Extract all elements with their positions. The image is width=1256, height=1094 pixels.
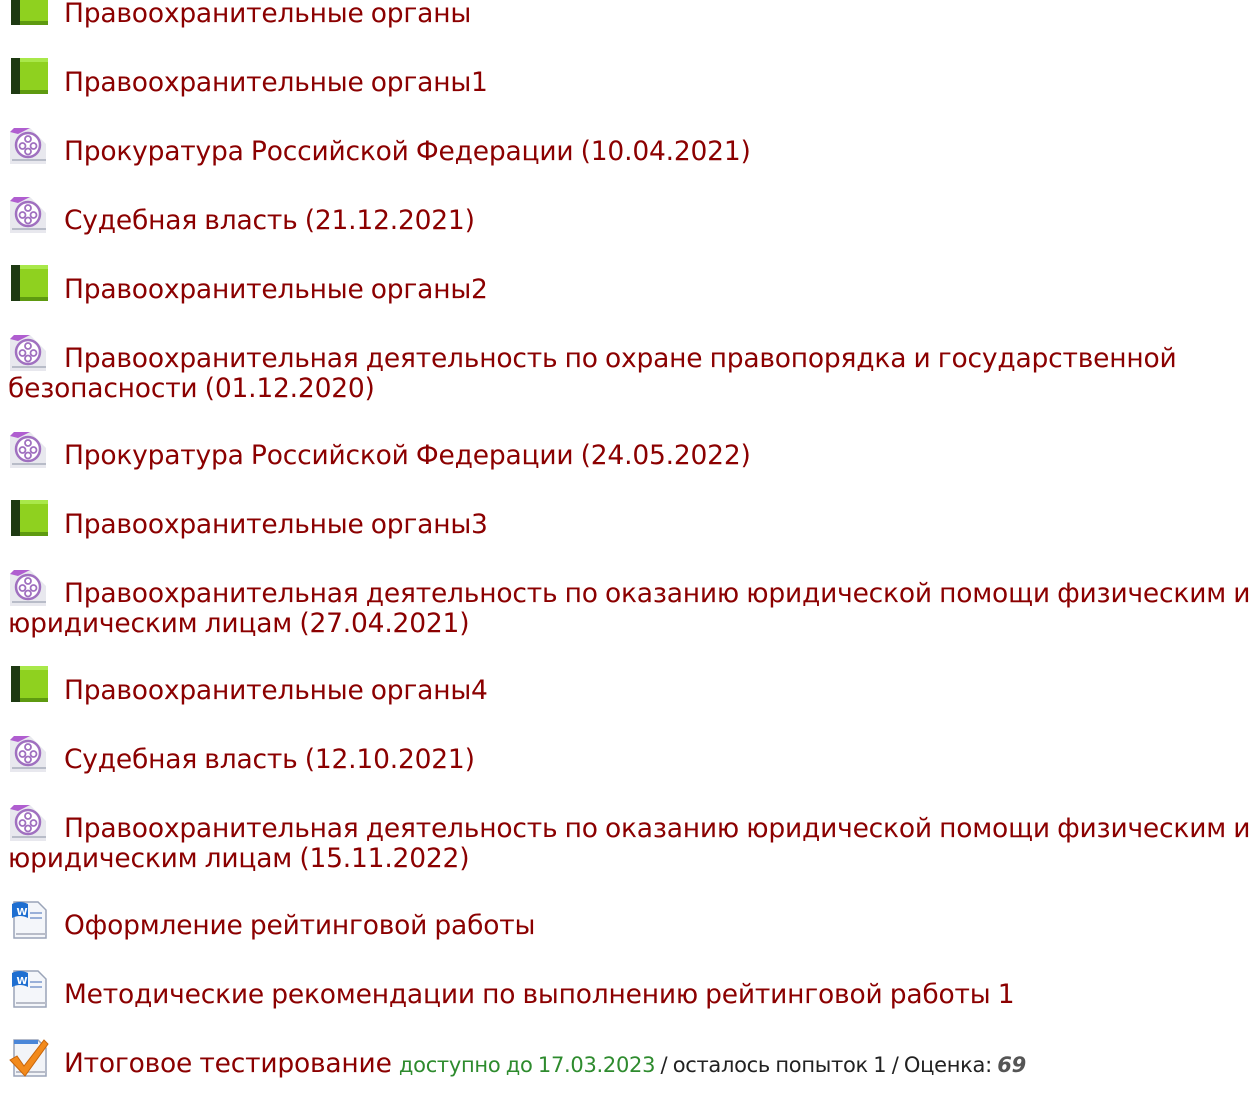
item-link[interactable]: Правоохранительная деятельность по охран… (8, 343, 1177, 404)
item-link[interactable]: Правоохранительная деятельность по оказа… (8, 578, 1250, 639)
video-icon (8, 331, 50, 373)
list-item: Итоговое тестирование доступно до 17.03.… (8, 1024, 1256, 1094)
list-item: Правоохранительные органы (8, 0, 1256, 43)
attempts-info: / осталось попыток 1 / Оценка: (655, 1053, 998, 1077)
list-item: Правоохранительная деятельность по оказа… (8, 789, 1256, 886)
item-link[interactable]: Правоохранительные органы (64, 0, 471, 29)
word-doc-icon: W (8, 898, 50, 940)
list-item: Судебная власть (21.12.2021) (8, 181, 1256, 250)
item-link[interactable]: Правоохранительные органы1 (64, 67, 488, 98)
video-icon (8, 193, 50, 235)
list-item: Правоохранительная деятельность по оказа… (8, 554, 1256, 651)
item-link[interactable]: Методические рекомендации по выполнению … (64, 979, 1015, 1010)
item-link[interactable]: Правоохранительные органы3 (64, 509, 488, 540)
list-item: W Оформление рейтинговой работы (8, 886, 1256, 955)
video-icon (8, 428, 50, 470)
item-link[interactable]: Судебная власть (21.12.2021) (64, 205, 475, 236)
list-item: Правоохранительные органы3 (8, 485, 1256, 554)
quiz-checkmark-icon (8, 1036, 50, 1078)
book-icon (8, 0, 50, 28)
item-link[interactable]: Прокуратура Российской Федерации (24.05.… (64, 440, 751, 471)
book-icon (8, 262, 50, 304)
video-icon (8, 732, 50, 774)
final-test-link[interactable]: Итоговое тестирование (64, 1048, 392, 1079)
book-icon (8, 497, 50, 539)
item-link[interactable]: Правоохранительные органы4 (64, 675, 488, 706)
word-doc-icon: W (8, 967, 50, 1009)
item-link[interactable]: Правоохранительная деятельность по оказа… (8, 813, 1250, 874)
list-item: Правоохранительные органы1 (8, 43, 1256, 112)
final-test-meta: доступно до 17.03.2023 / осталось попыто… (399, 1053, 1026, 1077)
list-item: Судебная власть (12.10.2021) (8, 720, 1256, 789)
availability-date: доступно до 17.03.2023 (398, 1053, 656, 1077)
list-item: Правоохранительные органы4 (8, 651, 1256, 720)
list-item: Правоохранительные органы2 (8, 250, 1256, 319)
item-link[interactable]: Судебная власть (12.10.2021) (64, 744, 475, 775)
list-item: W Методические рекомендации по выполнени… (8, 955, 1256, 1024)
list-item: Правоохранительная деятельность по охран… (8, 319, 1256, 416)
list-item: Прокуратура Российской Федерации (24.05.… (8, 416, 1256, 485)
svg-text:W: W (17, 907, 28, 918)
item-link[interactable]: Прокуратура Российской Федерации (10.04.… (64, 136, 751, 167)
grade-value: 69 (997, 1053, 1026, 1077)
book-icon (8, 55, 50, 97)
item-link[interactable]: Правоохранительные органы2 (64, 274, 488, 305)
book-icon (8, 663, 50, 705)
video-icon (8, 801, 50, 843)
video-icon (8, 124, 50, 166)
svg-text:W: W (17, 976, 28, 987)
video-icon (8, 566, 50, 608)
course-materials-list: Правоохранительные органы Правоохранител… (8, 0, 1256, 1094)
item-link[interactable]: Оформление рейтинговой работы (64, 910, 535, 941)
list-item: Прокуратура Российской Федерации (10.04.… (8, 112, 1256, 181)
